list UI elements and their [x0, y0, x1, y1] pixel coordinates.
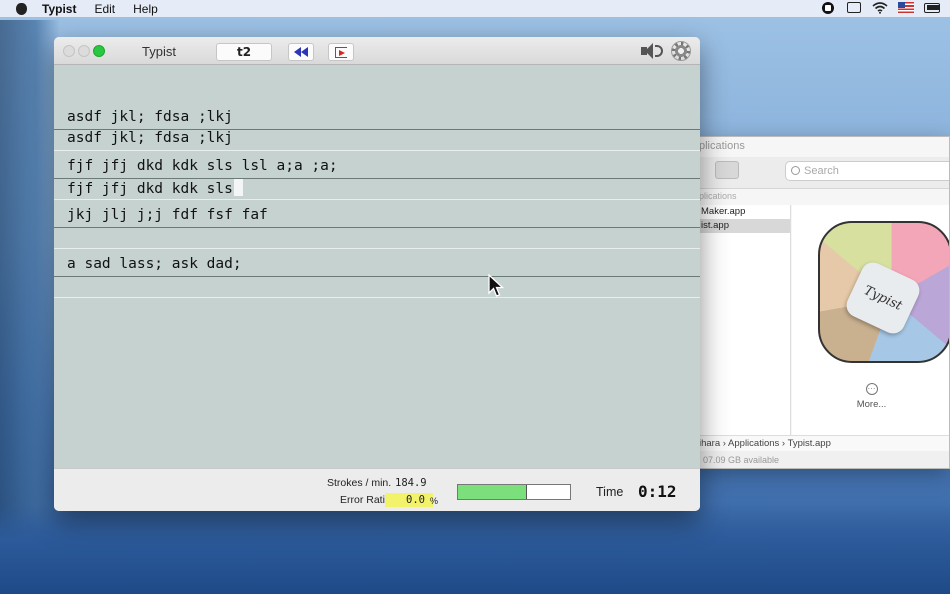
sample-line: asdf jkl; fdsa ;lkj [67, 109, 233, 125]
speaker-icon [641, 43, 653, 59]
sample-line: jkj jlj j;j fdf fsf faf [67, 207, 268, 223]
finder-toolbar: Search [691, 157, 949, 189]
more-label: More... [856, 399, 887, 410]
more-button[interactable]: ··· More... [792, 383, 949, 410]
error-ratio-unit: % [430, 496, 439, 506]
title-bar: Typist t2 [54, 37, 700, 65]
path-item[interactable]: ihara [699, 438, 720, 449]
app-icon-key-label: Typist [842, 258, 924, 338]
gear-icon[interactable] [671, 41, 691, 61]
search-icon [791, 166, 800, 175]
typist-app-icon: Typist [818, 221, 949, 363]
typed-text: fjf jfj dkd kdk sls [67, 181, 233, 197]
line-divider [54, 248, 700, 249]
status-menus [820, 1, 940, 14]
finder-column-header: plications [699, 191, 737, 201]
menu-app-name[interactable]: Typist [42, 2, 76, 16]
wifi-icon[interactable] [872, 1, 888, 14]
finder-title: plications [699, 140, 745, 152]
line-divider [54, 276, 700, 277]
strokes-label: Strokes / min. [327, 477, 392, 489]
typed-line: asdf jkl; fdsa ;lkj [67, 130, 233, 146]
time-label: Time [596, 485, 624, 499]
error-ratio-value: 0.0 [406, 494, 425, 506]
typist-window: Typist t2 asdf jkl; fdsa ;lkj asdf jkl; … [54, 37, 700, 511]
close-button[interactable] [63, 45, 75, 57]
menu-bar: Typist Edit Help [0, 0, 950, 17]
record-icon[interactable] [820, 1, 836, 14]
time-value: 0:12 [638, 482, 677, 501]
finder-window: plications Search plications Maker.app i… [690, 136, 950, 469]
list-item[interactable]: Maker.app [691, 205, 790, 219]
sound-waves-icon [655, 45, 663, 57]
finder-path-bar: ihara › Applications › Typist.app [691, 435, 949, 451]
finder-status-bar: 07.09 GB available [691, 451, 949, 468]
view-options-button[interactable] [715, 161, 739, 179]
airplay-icon[interactable] [846, 1, 862, 14]
desktop-grass [0, 504, 950, 594]
menu-help[interactable]: Help [133, 2, 158, 16]
line-divider [54, 199, 700, 200]
minimize-button[interactable] [78, 45, 90, 57]
rewind-button[interactable] [288, 43, 314, 61]
strokes-value: 184.9 [395, 477, 427, 489]
typing-area[interactable]: asdf jkl; fdsa ;lkj asdf jkl; fdsa ;lkj … [54, 65, 700, 468]
list-item-selected[interactable]: ist.app [691, 219, 790, 233]
finder-search-input[interactable]: Search [785, 161, 949, 181]
exit-icon [335, 46, 347, 58]
text-cursor [233, 179, 243, 196]
progress-fill [458, 485, 528, 499]
line-divider [54, 227, 700, 228]
error-ratio-label: Error Ratio [340, 494, 391, 506]
zoom-button[interactable] [93, 45, 105, 57]
line-divider [54, 297, 700, 298]
sample-line: fjf jfj dkd kdk sls lsl a;a ;a; [67, 158, 338, 174]
battery-icon[interactable] [924, 1, 940, 14]
lesson-button[interactable]: t2 [216, 43, 272, 61]
sample-line: a sad lass; ask dad; [67, 256, 242, 272]
status-bar: Strokes / min. 184.9 Error Ratio 0.0 % T… [54, 468, 700, 511]
typed-line-current: fjf jfj dkd kdk sls [67, 179, 243, 197]
finder-file-list: Maker.app ist.app [691, 205, 791, 435]
path-item[interactable]: Typist.app [788, 438, 831, 449]
line-divider [54, 150, 700, 151]
sound-button[interactable] [641, 41, 663, 61]
us-flag-icon[interactable] [898, 1, 914, 14]
exit-button[interactable] [328, 43, 354, 61]
apple-icon[interactable] [14, 2, 28, 16]
path-item[interactable]: Applications [728, 438, 779, 449]
finder-preview: Typist ··· More... [792, 205, 949, 435]
progress-bar [457, 484, 571, 500]
window-title: Typist [142, 44, 176, 59]
menu-edit[interactable]: Edit [94, 2, 115, 16]
rewind-icon [294, 47, 308, 57]
more-icon: ··· [865, 383, 878, 395]
